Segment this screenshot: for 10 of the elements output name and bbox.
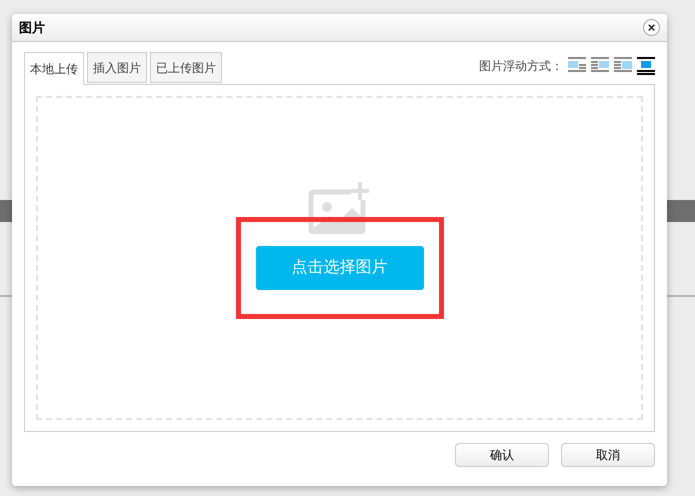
- tab[interactable]: 已上传图片: [150, 52, 222, 83]
- image-add-icon: [308, 180, 372, 234]
- close-button[interactable]: ×: [643, 19, 660, 36]
- float-mode-label: 图片浮动方式：: [479, 58, 563, 75]
- tab[interactable]: 本地上传: [24, 52, 84, 85]
- float-layout-icon[interactable]: [637, 57, 655, 75]
- dialog-button[interactable]: 确认: [455, 443, 549, 467]
- dialog-button[interactable]: 取消: [561, 443, 655, 467]
- tab[interactable]: 插入图片: [87, 52, 147, 83]
- dialog-title: 图片: [19, 18, 45, 37]
